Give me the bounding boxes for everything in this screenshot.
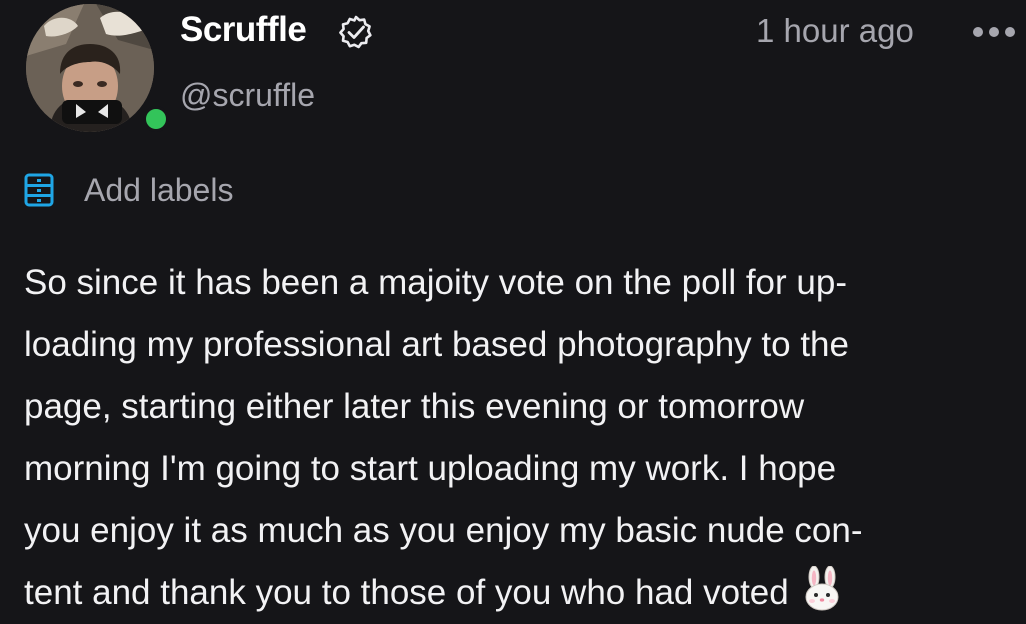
- verified-badge-icon: [339, 15, 372, 49]
- online-status-dot: [143, 106, 169, 132]
- post-card: Scruffle @scruffle 1 hour ago Add labels…: [0, 0, 1026, 622]
- add-labels-button[interactable]: Add labels: [24, 168, 233, 212]
- post-text-last-line: tent and thank you to those of you who h…: [24, 562, 1020, 624]
- post-text: So since it has been a majoity vote on t…: [24, 252, 1020, 624]
- rabbit-face-emoji: [805, 566, 839, 611]
- post-text-line: tent and thank you to those of you who h…: [24, 573, 789, 612]
- post-text-line: you enjoy it as much as you enjoy my bas…: [24, 511, 863, 550]
- labels-icon: [24, 173, 54, 207]
- post-text-line: loading my professional art based photog…: [24, 325, 849, 364]
- post-text-line: morning I'm going to start uploading my …: [24, 449, 837, 488]
- author-display-name[interactable]: Scruffle: [180, 10, 307, 50]
- more-horizontal-icon[interactable]: [970, 24, 1018, 40]
- post-text-line: So since it has been a majoity vote on t…: [24, 263, 847, 302]
- author-handle[interactable]: @scruffle: [180, 76, 315, 114]
- avatar[interactable]: [26, 4, 154, 132]
- post-text-line: page, starting either later this evening…: [24, 387, 805, 426]
- add-labels-label: Add labels: [84, 172, 234, 208]
- avatar-container[interactable]: [26, 4, 169, 132]
- post-timestamp[interactable]: 1 hour ago: [756, 12, 914, 50]
